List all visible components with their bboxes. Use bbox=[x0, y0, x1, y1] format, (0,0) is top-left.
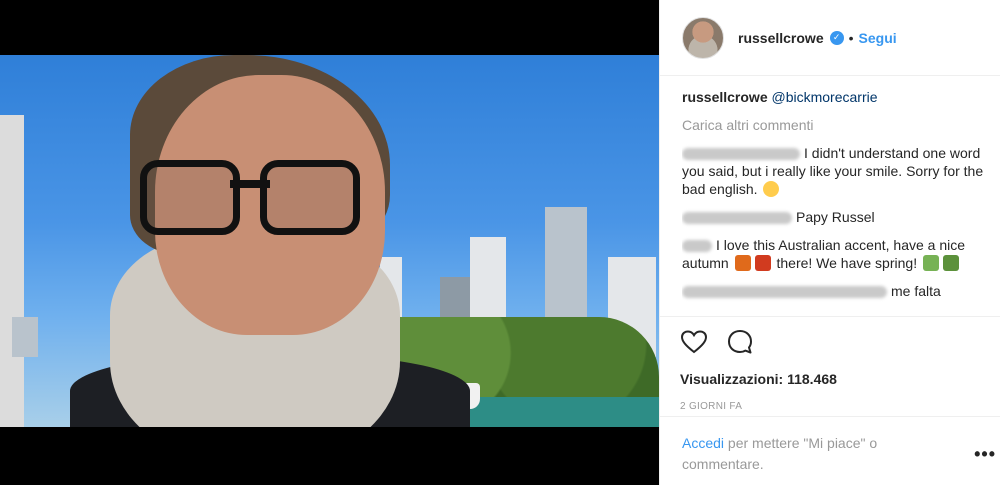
post-actions: Visualizzazioni: 118.468 2 giorni fa bbox=[660, 316, 1000, 412]
caption: russellcrowe @bickmorecarrie bbox=[682, 88, 990, 106]
fallen-leaf-icon bbox=[734, 255, 751, 271]
herb-icon bbox=[942, 255, 959, 271]
comment-item: Papy Russel bbox=[682, 208, 990, 226]
post-header: russellcrowe ✓ • Segui bbox=[660, 0, 1000, 76]
maple-leaf-icon bbox=[754, 255, 771, 271]
separator-dot: • bbox=[848, 29, 854, 46]
follow-button[interactable]: Segui bbox=[859, 30, 897, 46]
video-player[interactable] bbox=[0, 55, 659, 427]
heart-icon[interactable] bbox=[680, 328, 708, 356]
username[interactable]: russellcrowe bbox=[738, 30, 824, 46]
post-timestamp[interactable]: 2 giorni fa bbox=[680, 401, 985, 412]
login-prompt: Accedi per mettere "Mi piace" o commenta… bbox=[660, 416, 1000, 485]
comment-item: I love this Australian accent, have a ni… bbox=[682, 236, 990, 272]
comment-text-continued: there! We have spring! bbox=[776, 255, 918, 271]
blurred-username bbox=[682, 148, 800, 161]
comment-bubble-icon[interactable] bbox=[726, 328, 754, 356]
comments-list[interactable]: russellcrowe @bickmorecarrie Carica altr… bbox=[682, 88, 990, 316]
video-scene bbox=[0, 115, 24, 427]
more-options-icon[interactable]: ••• bbox=[974, 444, 996, 465]
seedling-icon bbox=[922, 255, 939, 271]
post-media bbox=[0, 0, 659, 485]
view-count: Visualizzazioni: 118.468 bbox=[680, 371, 837, 387]
load-more-comments-button[interactable]: Carica altri commenti bbox=[682, 116, 990, 134]
comment-text: me falta bbox=[891, 283, 941, 299]
login-link[interactable]: Accedi bbox=[682, 435, 724, 451]
comment-item: I didn't understand one word you said, b… bbox=[682, 144, 990, 198]
caption-mention[interactable]: @bickmorecarrie bbox=[772, 89, 878, 105]
verified-badge-icon: ✓ bbox=[829, 30, 844, 45]
blurred-username bbox=[682, 240, 712, 253]
blurred-username bbox=[682, 212, 792, 225]
avatar[interactable] bbox=[682, 16, 724, 59]
smile-emoji-icon bbox=[763, 181, 780, 197]
blurred-username bbox=[682, 286, 887, 299]
caption-username[interactable]: russellcrowe bbox=[682, 89, 768, 105]
comment-item: me falta bbox=[682, 282, 990, 300]
post-sidebar: russellcrowe ✓ • Segui russellcrowe @bic… bbox=[659, 0, 1000, 485]
comment-text: Papy Russel bbox=[796, 209, 875, 225]
